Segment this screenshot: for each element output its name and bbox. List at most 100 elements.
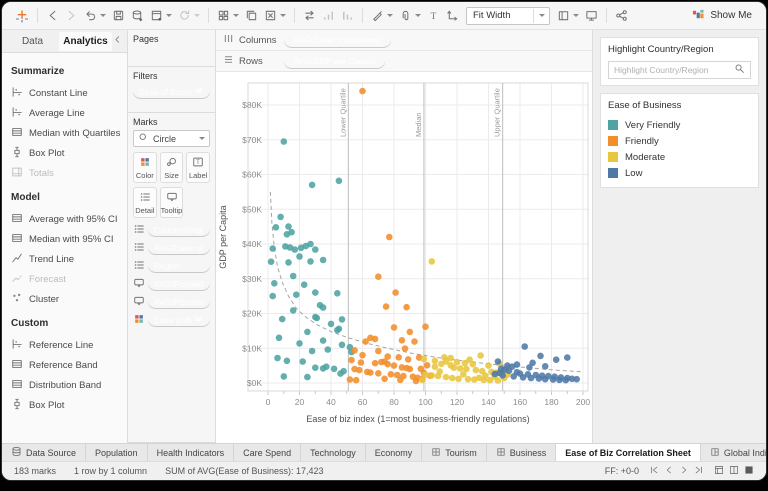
collapse-pane-button[interactable] (112, 32, 123, 50)
pane-tab-data[interactable]: Data (6, 32, 59, 51)
mark-circle[interactable] (274, 354, 281, 362)
field-pill[interactable]: AVG(Ease of Business) (284, 33, 391, 48)
mark-circle[interactable] (535, 375, 543, 382)
mark-circle[interactable] (308, 181, 316, 189)
mark-circle[interactable] (397, 376, 404, 384)
mark-circle[interactable] (348, 356, 355, 364)
analytics-item-constant-line[interactable]: Constant Line (11, 83, 118, 103)
layout-split-button[interactable] (729, 465, 739, 477)
refresh-button[interactable] (175, 7, 203, 24)
mark-circle[interactable] (513, 361, 521, 368)
mark-circle[interactable] (356, 366, 363, 374)
field-pill[interactable]: AVG(Ease of Busi.. (148, 240, 210, 255)
legend-item-moderate[interactable]: Moderate (608, 149, 751, 165)
mark-circle[interactable] (549, 376, 557, 383)
mark-circle[interactable] (307, 240, 314, 248)
legend-item-low[interactable]: Low (608, 165, 751, 181)
field-pill[interactable]: AVG(Population .. (148, 276, 210, 291)
mark-circle[interactable] (384, 360, 391, 368)
mark-circle[interactable] (541, 375, 549, 383)
size-button[interactable]: Size (159, 152, 184, 183)
label-button[interactable]: T Label (186, 152, 210, 183)
mark-circle[interactable] (406, 365, 414, 373)
mark-circle[interactable] (300, 281, 308, 288)
columns-shelf[interactable]: Columns AVG(Ease of Business) (216, 30, 592, 51)
mark-circle[interactable] (288, 228, 295, 236)
mark-circle[interactable] (323, 363, 330, 371)
mark-circle[interactable] (375, 370, 382, 377)
mark-circle[interactable] (352, 376, 360, 384)
analytics-item-median-with-95-ci[interactable]: Median with 95% CI (11, 229, 118, 249)
analytics-item-median-with-quartiles[interactable]: Median with Quartiles (11, 123, 120, 143)
mark-circle[interactable] (289, 272, 297, 280)
analytics-item-reference-line[interactable]: Reference Line (11, 335, 118, 355)
mark-circle[interactable] (387, 371, 395, 378)
mark-circle[interactable] (475, 374, 483, 382)
mark-circle[interactable] (472, 366, 480, 374)
mark-circle[interactable] (351, 347, 358, 354)
undo-arrow-button[interactable] (81, 7, 109, 24)
mark-circle[interactable] (491, 370, 499, 378)
mark-circle[interactable] (367, 369, 374, 376)
analytics-item-box-plot[interactable]: Box Plot (11, 143, 118, 163)
mark-circle[interactable] (381, 375, 388, 383)
mark-circle[interactable] (362, 338, 369, 345)
mark-circle[interactable] (319, 304, 327, 311)
mark-circle[interactable] (411, 338, 418, 345)
mark-circle[interactable] (382, 303, 390, 310)
pane-tab-analytics[interactable]: Analytics (59, 31, 112, 51)
mark-circle[interactable] (271, 280, 278, 287)
mark-circle[interactable] (267, 258, 275, 265)
back-arrow-button[interactable] (43, 7, 62, 24)
layout-full-button[interactable] (744, 465, 754, 477)
duplicate-sheet-button[interactable] (242, 7, 261, 24)
mark-circle[interactable] (398, 337, 406, 344)
mark-circle[interactable] (330, 365, 338, 373)
field-pill[interactable]: AVG(Population .. (148, 294, 210, 309)
mark-circle[interactable] (428, 258, 436, 265)
sort-ascending-button[interactable] (319, 7, 338, 24)
filters-card[interactable]: Filters Ease of Business (cl.. (128, 67, 215, 113)
mark-circle[interactable] (386, 233, 393, 241)
mark-circle[interactable] (431, 363, 439, 371)
sheet-tab-care-spend[interactable]: Care Spend (234, 444, 302, 461)
mark-circle[interactable] (375, 347, 382, 355)
mark-circle[interactable] (541, 363, 549, 370)
mark-circle[interactable] (395, 354, 402, 361)
mark-circle[interactable] (431, 357, 439, 365)
mark-circle[interactable] (371, 335, 379, 343)
layout-normal-button[interactable] (714, 465, 724, 477)
mark-circle[interactable] (307, 258, 314, 265)
mark-circle[interactable] (477, 352, 484, 359)
sheet-tab-ease-of-biz-correlation-sheet[interactable]: Ease of Biz Correlation Sheet (556, 444, 701, 461)
mark-circle[interactable] (406, 328, 414, 336)
chart-area[interactable]: Lower Quartile Median Upper Quartile 0 20 40 6… (216, 72, 592, 443)
mark-circle[interactable] (482, 372, 489, 380)
mark-circle[interactable] (277, 213, 284, 221)
mark-circle[interactable] (438, 360, 445, 368)
sheet-tab-economy[interactable]: Economy (366, 444, 423, 461)
mark-circle[interactable] (510, 373, 517, 380)
analytics-item-reference-band[interactable]: Reference Band (11, 355, 118, 375)
mark-circle[interactable] (456, 365, 464, 372)
pages-card[interactable]: Pages (128, 30, 215, 67)
mark-circle[interactable] (564, 354, 571, 361)
mark-circle[interactable] (521, 343, 528, 350)
mark-circle[interactable] (359, 351, 366, 359)
analytics-item-average-with-95-ci[interactable]: Average with 95% CI (11, 209, 118, 229)
mark-circle[interactable] (428, 372, 436, 379)
sheet-tab-health-indicators[interactable]: Health Indicators (148, 444, 235, 461)
mark-circle[interactable] (346, 376, 354, 383)
forward-arrow-button[interactable] (62, 7, 81, 24)
sheet-tab-global-indicators[interactable]: Global Indicators (701, 444, 766, 461)
mark-circle[interactable] (335, 325, 343, 333)
nav-first-button[interactable] (649, 465, 659, 477)
mark-circle[interactable] (312, 289, 319, 296)
analytics-item-average-line[interactable]: Average Line (11, 103, 118, 123)
nav-next-button[interactable] (679, 465, 689, 477)
group-members-button[interactable] (396, 7, 424, 24)
mark-circle[interactable] (278, 315, 286, 323)
field-pill[interactable]: Ease of Business (cl.. (133, 84, 210, 99)
mark-circle[interactable] (423, 362, 431, 369)
mark-circle[interactable] (313, 314, 321, 322)
